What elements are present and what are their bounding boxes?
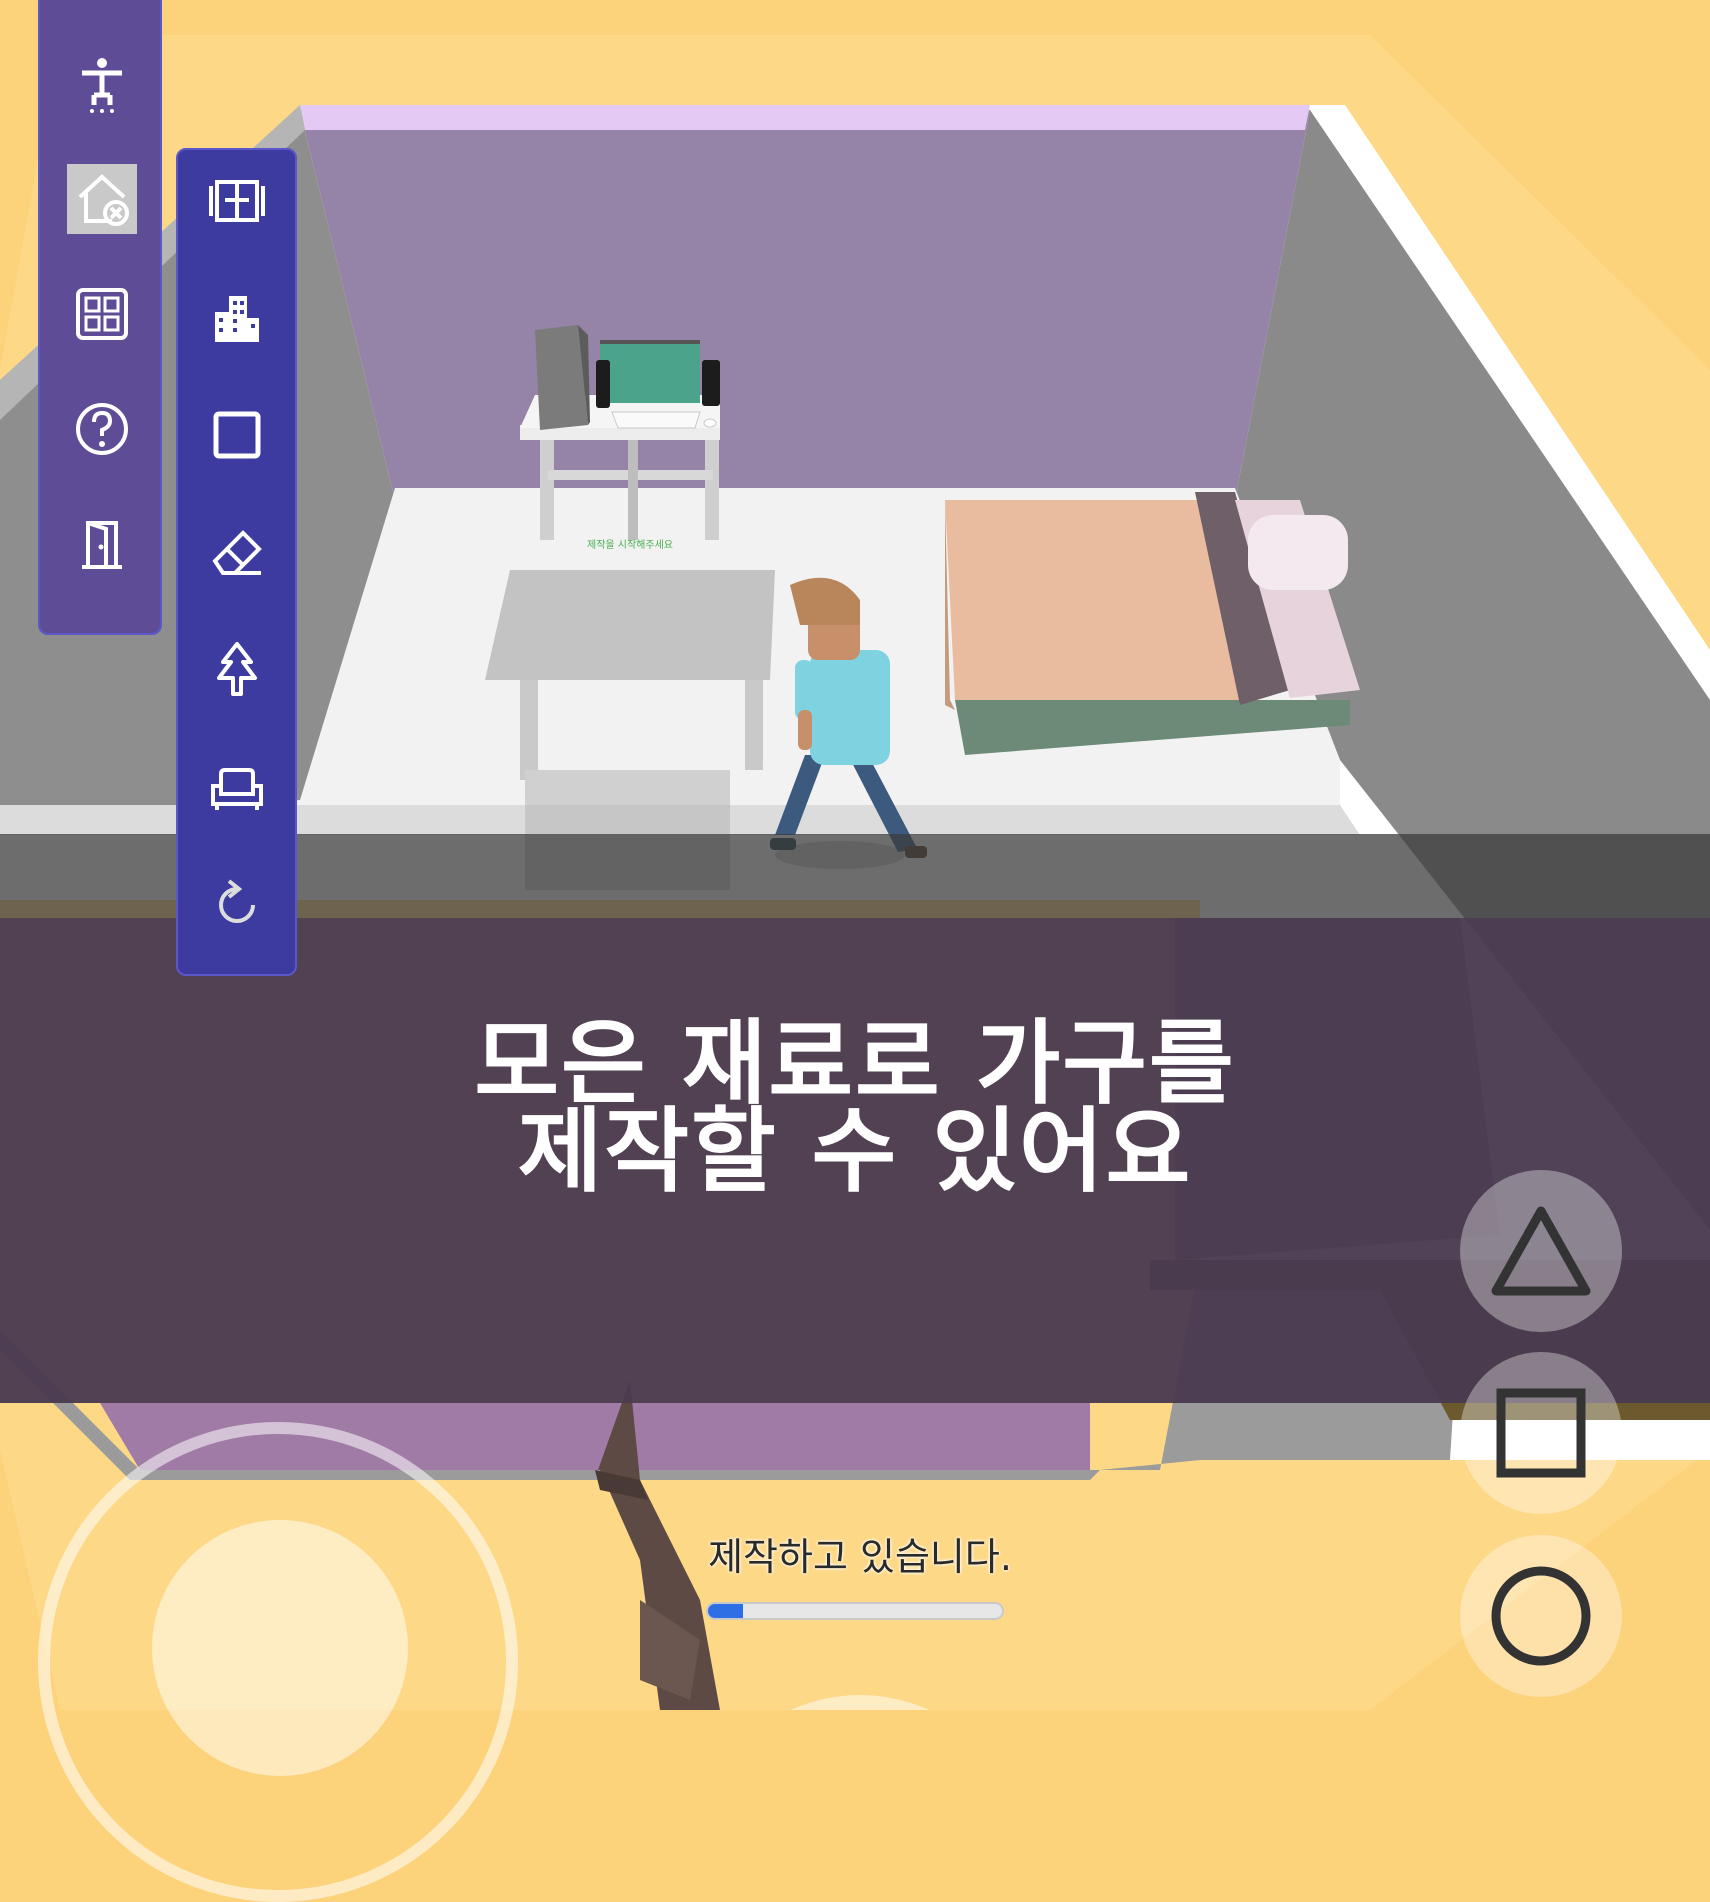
bed — [945, 492, 1360, 755]
build-toolbar — [176, 148, 297, 976]
crafting-progress-bar — [706, 1602, 1004, 1620]
triangle-button[interactable] — [1460, 1170, 1622, 1332]
main-toolbar — [38, 0, 162, 635]
eraser-icon[interactable] — [202, 518, 272, 588]
crafting-status-text: 제작하고 있습니다. — [708, 1535, 1012, 1579]
window-icon[interactable] — [202, 165, 272, 235]
tree-icon[interactable] — [202, 635, 272, 705]
back-wall — [300, 110, 1310, 500]
character-icon[interactable] — [67, 50, 137, 120]
caption-line-2: 제작할 수 있어요 — [517, 1098, 1193, 1205]
square-button[interactable] — [1460, 1352, 1622, 1514]
circle-button[interactable] — [1460, 1535, 1622, 1697]
grid-icon[interactable] — [67, 279, 137, 349]
circle-icon — [1491, 1566, 1591, 1666]
house-remove-icon[interactable] — [67, 164, 137, 234]
joystick-thumb[interactable] — [152, 1520, 408, 1776]
square-action-icon — [1496, 1388, 1586, 1478]
exit-door-icon[interactable] — [67, 510, 137, 580]
floor-note: 제작을 시작해주세요 — [587, 540, 673, 551]
rotate-icon[interactable] — [202, 870, 272, 940]
help-icon[interactable] — [67, 394, 137, 464]
triangle-icon — [1491, 1206, 1591, 1296]
square-icon[interactable] — [202, 400, 272, 470]
building-icon[interactable] — [202, 283, 272, 353]
sofa-icon[interactable] — [202, 753, 272, 823]
crafting-progress-fill — [708, 1604, 744, 1618]
caption-line-1: 모은 재료로 가구를 — [474, 1010, 1236, 1117]
tutorial-caption: 모은 재료로 가구를 제작할 수 있어요 — [355, 1010, 1355, 1205]
